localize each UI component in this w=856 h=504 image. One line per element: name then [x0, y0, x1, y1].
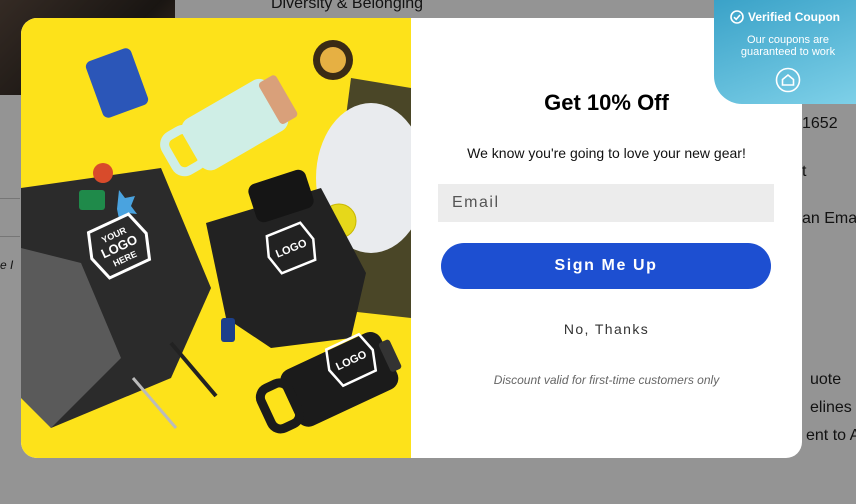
- badge-text: Our coupons are guaranteed to work: [740, 34, 836, 58]
- email-field[interactable]: [438, 184, 774, 222]
- sign-me-up-button[interactable]: Sign Me Up: [441, 243, 771, 289]
- modal-subtitle: We know you're going to love your new ge…: [467, 145, 746, 161]
- home-icon[interactable]: [775, 67, 801, 93]
- verified-coupon-badge[interactable]: Verified Coupon Our coupons are guarante…: [714, 0, 856, 104]
- badge-header: Verified Coupon: [730, 10, 840, 24]
- promo-products-image: YOUR LOGO HERE LOGO LOGO: [21, 18, 411, 458]
- badge-title: Verified Coupon: [748, 10, 841, 24]
- check-circle-icon: [730, 10, 744, 24]
- promo-illustration: YOUR LOGO HERE LOGO LOGO: [21, 40, 411, 434]
- no-thanks-link[interactable]: No, Thanks: [411, 321, 802, 337]
- discount-modal: YOUR LOGO HERE LOGO LOGO Get 10% Off We …: [21, 18, 802, 458]
- discount-disclaimer: Discount valid for first-time customers …: [493, 373, 720, 387]
